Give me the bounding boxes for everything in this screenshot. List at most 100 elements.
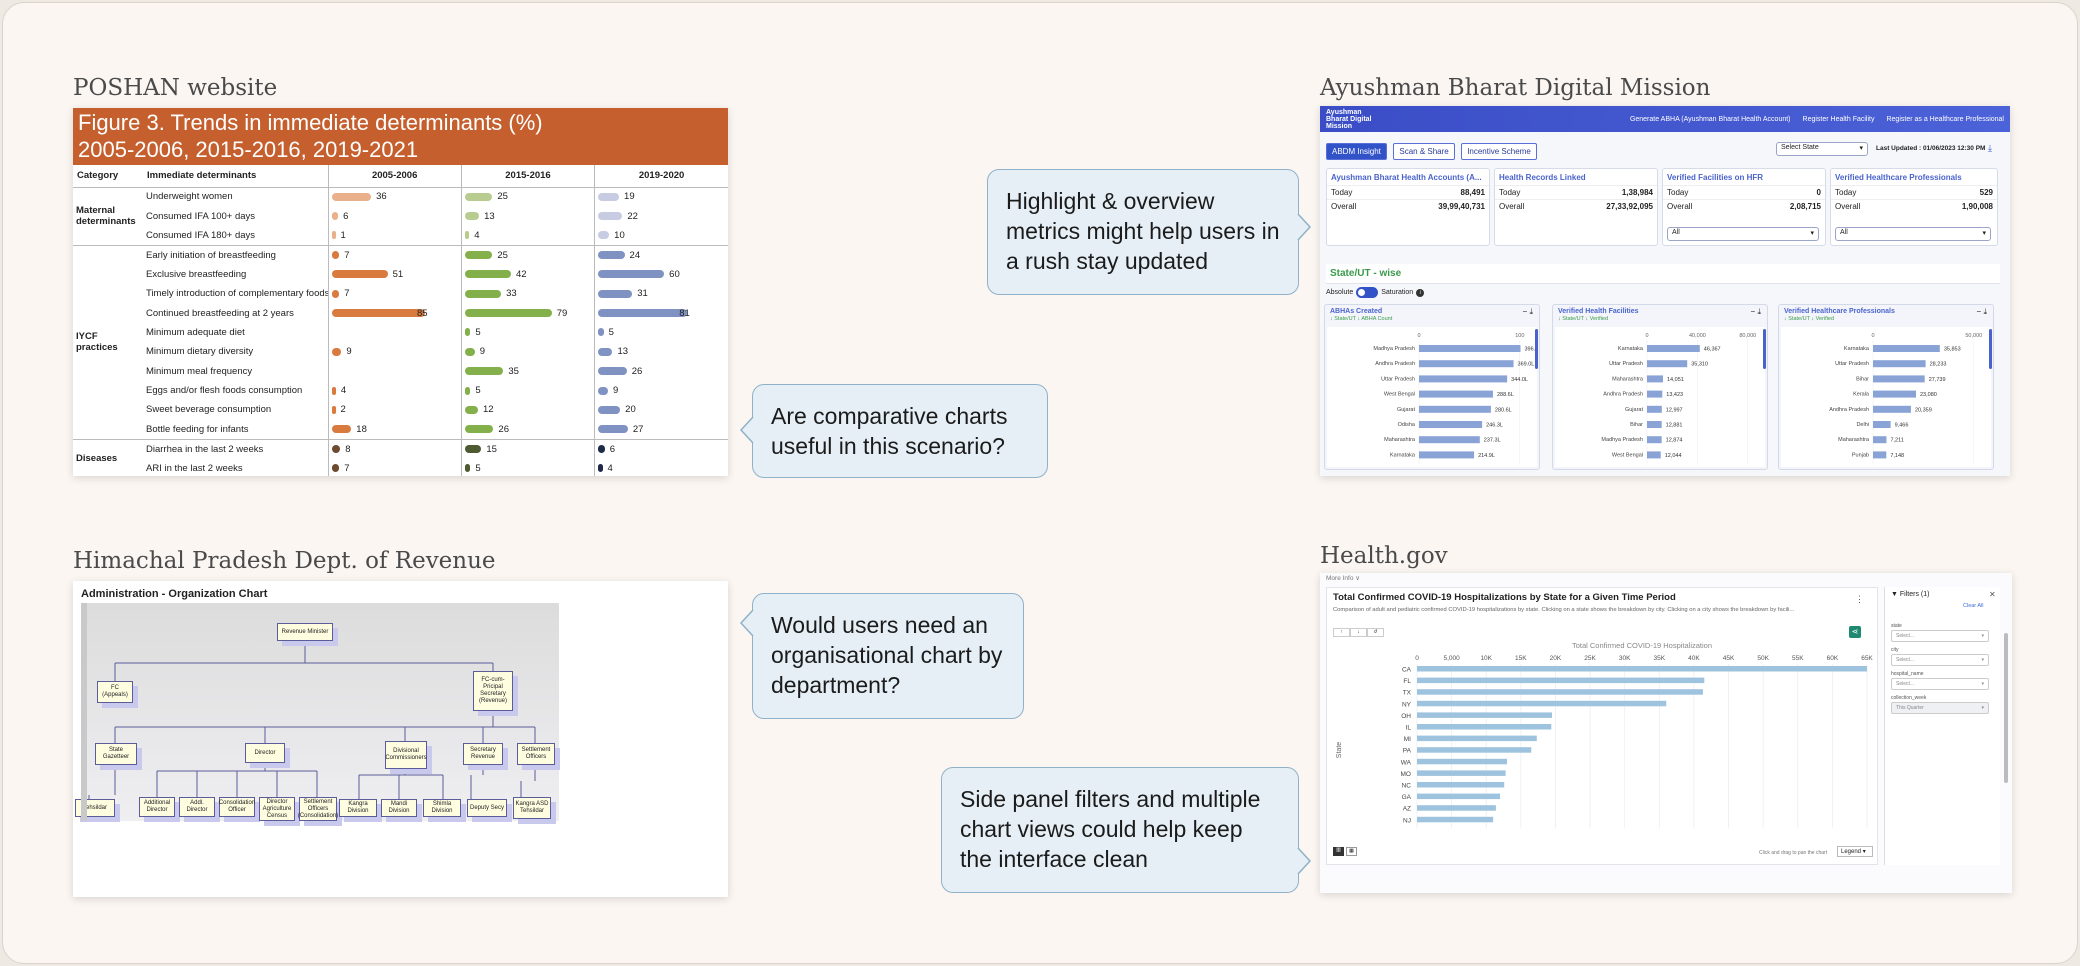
state-bar[interactable] [1417,747,1532,753]
state-bar[interactable] [1647,451,1661,459]
more-info-link[interactable]: More Info ∨ [1326,574,1360,582]
state-label: Punjab [1852,452,1869,458]
state-bar[interactable] [1417,712,1552,718]
state-bar[interactable] [1419,345,1521,352]
scrollbar[interactable] [1989,329,1992,369]
filter-dropdown[interactable]: Select... ▾ [1891,654,1989,666]
metric-value: 1,38,984 [1621,188,1653,197]
legend-button[interactable]: Legend ▾ [1837,846,1873,857]
download-icon[interactable]: ⤓ [1988,143,1992,154]
scrollbar[interactable] [1763,329,1766,369]
close-icon[interactable]: ✕ [1989,590,1996,599]
tick-label: 0 [1871,333,1874,339]
chevron-down-icon: ▾ [1859,145,1863,152]
state-chart-sort: ↓ State/UT ↓ Verified [1784,316,1835,322]
nav-register-professional[interactable]: Register as a Healthcare Professional [1886,116,2004,123]
share-icon[interactable]: ⋖ [1849,626,1861,638]
value-label: 8 [345,443,351,455]
filter-dropdown[interactable]: This Quarter ▾ [1891,702,1989,714]
download-icon[interactable]: ⤓ [1757,307,1761,316]
x-tick-label: 25K [1584,655,1596,662]
state-bar[interactable] [1417,758,1507,765]
download-icon[interactable]: ⤓ [1983,307,1987,316]
nav-register-facility[interactable]: Register Health Facility [1803,116,1875,123]
state-bar[interactable] [1417,700,1667,707]
metric-filter-dropdown[interactable]: All ▾ [1667,227,1819,241]
state-bar[interactable] [1417,805,1496,811]
state-bar[interactable] [1873,390,1917,398]
tab-scan-share[interactable]: Scan & Share [1393,143,1455,160]
bar-chart-view-icon[interactable]: ▥ [1333,847,1344,856]
value-bar [331,270,388,279]
value-bar [464,405,479,414]
state-bar[interactable] [1419,360,1514,368]
state-bar[interactable] [1419,390,1493,398]
state-bar[interactable] [1417,793,1501,800]
state-bar[interactable] [1417,782,1505,788]
sort-up-icon[interactable]: ↑ [1333,628,1350,637]
metric-filter-dropdown[interactable]: All ▾ [1835,227,1991,241]
state-bar[interactable] [1647,436,1662,444]
scrollbar[interactable] [1535,329,1538,369]
absolute-saturation-toggle[interactable]: Absolute Saturation i [1326,287,1425,298]
state-bar[interactable] [1647,421,1662,428]
state-bar[interactable] [1417,689,1703,695]
state-bar[interactable] [1417,666,1867,672]
determinant-label: Minimum dietary diversity [146,346,254,358]
state-bar[interactable] [1873,451,1887,459]
state-ut-heading: State/UT - wise [1326,264,2000,284]
callout-pointer [1297,213,1312,241]
state-bar[interactable] [1419,375,1508,383]
info-icon[interactable]: i [1416,288,1425,297]
scrollbar[interactable] [2004,633,2008,783]
metric-card: Ayushman Bharat Health Accounts (A... Tod… [1326,168,1490,246]
state-bar[interactable] [1647,405,1662,413]
state-bar[interactable] [1873,421,1891,428]
state-bar[interactable] [1419,451,1475,459]
more-options-icon[interactable]: ⋮ [1855,594,1864,605]
tab-abdm-insight[interactable]: ABDM Insight [1326,143,1387,160]
download-icon[interactable]: ⤓ [1529,307,1533,316]
state-label: Delhi [1856,422,1869,428]
toggle-label-absolute: Absolute [1326,289,1354,296]
filter-dropdown[interactable]: Select... ▾ [1891,678,1989,690]
bar-cell: 25 [460,187,595,207]
state-bar[interactable] [1417,724,1552,730]
state-bar[interactable] [1647,375,1664,383]
filter-dropdown[interactable]: Select... ▾ [1891,630,1989,642]
sort-down-icon[interactable]: ↓ [1350,628,1367,637]
state-bar[interactable] [1647,360,1688,368]
tab-incentive-scheme[interactable]: Incentive Scheme [1461,143,1537,160]
nav-generate-abha[interactable]: Generate ABHA (Ayushman Bharat Health Ac… [1630,116,1791,123]
x-tick-label: 15K [1515,655,1527,662]
select-state-dropdown[interactable]: Select State ▾ [1776,142,1868,156]
state-bar[interactable] [1873,360,1926,368]
metric-row-label: Today [1667,188,1689,197]
value-label: 20 [625,404,636,416]
callout-pointer [739,416,754,444]
state-label: FL [1403,678,1411,685]
state-bar[interactable] [1873,345,1940,352]
state-bar[interactable] [1873,436,1887,444]
state-value-label: 246.3L [1486,423,1503,429]
state-bar-chart: 0 40,000 80,000 Karnataka 46,367 Uttar Prades… [1601,333,1756,465]
state-bar[interactable] [1647,390,1663,398]
state-bar[interactable] [1873,405,1911,413]
state-bar[interactable] [1417,770,1506,776]
state-label: Gujarat [1625,407,1644,413]
state-bar[interactable] [1419,421,1483,428]
hospitalizations-bar-chart[interactable]: Total Confirmed COVID-19 Hospitalization… [1327,640,1879,840]
state-bar[interactable] [1417,735,1537,742]
state-bar[interactable] [1419,405,1491,413]
state-bar[interactable] [1873,375,1925,383]
state-bar[interactable] [1419,436,1480,444]
bar-cell: 4 [594,458,728,476]
reset-icon[interactable]: ↺ [1367,628,1384,637]
table-view-icon[interactable]: ▦ [1346,847,1357,856]
state-bar[interactable] [1647,345,1700,352]
bar-cell: 13 [460,206,595,226]
clear-all-link[interactable]: Clear All [1963,603,1983,609]
state-bar[interactable] [1417,816,1494,823]
toggle-switch[interactable] [1356,287,1379,298]
state-bar[interactable] [1417,677,1705,684]
